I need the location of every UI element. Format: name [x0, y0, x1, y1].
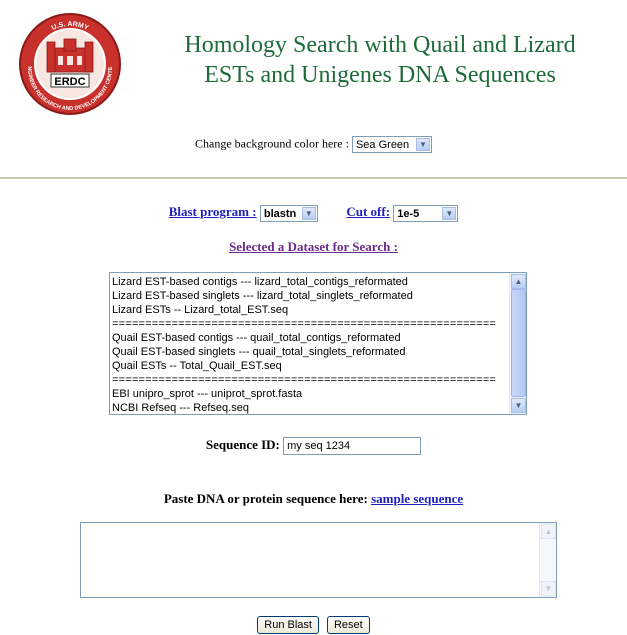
blast-options-row: Blast program : blastn ▼ Cut off: 1e-5 ▼ — [0, 204, 627, 222]
background-color-label: Change background color here : — [195, 136, 349, 151]
dataset-option[interactable]: Quail ESTs -- Total_Quail_EST.seq — [112, 359, 510, 373]
page-title: Homology Search with Quail and Lizard ES… — [150, 30, 610, 90]
dataset-option[interactable]: NCBI Refseq --- Refseq.seq — [112, 401, 510, 414]
dataset-option[interactable]: Lizard EST-based contigs --- lizard_tota… — [112, 275, 510, 289]
dataset-option[interactable]: Quail EST-based contigs --- quail_total_… — [112, 331, 510, 345]
dataset-option[interactable]: Quail EST-based singlets --- quail_total… — [112, 345, 510, 359]
title-line-1: Homology Search with Quail and Lizard — [184, 32, 576, 58]
sequence-id-input[interactable]: my seq 1234 — [283, 437, 422, 456]
cutoff-value: 1e-5 — [397, 207, 420, 220]
paste-sequence-label: Paste DNA or protein sequence here: — [163, 491, 368, 506]
erdc-logo: ERDC U.S. ARMY ENGINEER RESEARCH AND DEV… — [16, 8, 122, 116]
dataset-option[interactable]: EBI unipro_sprot --- uniprot_sprot.fasta — [112, 387, 510, 401]
title-line-2: ESTs and Unigenes DNA Sequences — [204, 62, 556, 88]
sequence-id-row: Sequence ID: my seq 1234 — [0, 437, 627, 456]
textarea-scrollbar[interactable]: ▲ ▼ — [539, 523, 556, 597]
cutoff-select[interactable]: 1e-5 ▼ — [393, 204, 459, 222]
form-buttons: Run Blast Reset — [0, 615, 627, 634]
blast-program-link[interactable]: Blast program : — [169, 204, 257, 219]
divider — [0, 177, 627, 179]
background-color-value: Sea Green — [355, 139, 410, 151]
scroll-down-icon[interactable]: ▼ — [541, 581, 556, 596]
dataset-listbox[interactable]: Lizard EST-based contigs --- lizard_tota… — [109, 272, 527, 415]
paste-sequence-row: Paste DNA or protein sequence here: samp… — [0, 491, 627, 507]
scroll-up-icon[interactable]: ▲ — [511, 274, 526, 289]
dataset-separator[interactable]: ========================================… — [112, 373, 510, 387]
sample-sequence-link[interactable]: sample sequence — [371, 491, 463, 506]
run-blast-button[interactable]: Run Blast — [257, 616, 319, 634]
dataset-option[interactable]: Lizard EST-based singlets --- lizard_tot… — [112, 289, 510, 303]
sequence-id-label: Sequence ID: — [205, 437, 280, 452]
background-color-row: Change background color here : Sea Green… — [0, 136, 627, 153]
dataset-heading: Selected a Dataset for Search : — [229, 239, 398, 254]
chevron-down-icon[interactable]: ▼ — [301, 206, 316, 220]
sequence-textarea[interactable]: ▲ ▼ — [80, 522, 557, 598]
scroll-thumb[interactable] — [511, 289, 526, 397]
dataset-option[interactable]: Lizard ESTs -- Lizard_total_EST.seq — [112, 303, 510, 317]
dataset-separator[interactable]: ========================================… — [112, 317, 510, 331]
dataset-options: Lizard EST-based contigs --- lizard_tota… — [112, 275, 510, 414]
dataset-scrollbar[interactable]: ▲ ▼ — [509, 273, 526, 414]
chevron-down-icon[interactable]: ▼ — [442, 206, 457, 220]
background-color-select[interactable]: Sea Green ▼ — [351, 136, 432, 153]
blast-program-value: blastn — [263, 207, 297, 220]
scroll-up-icon[interactable]: ▲ — [541, 524, 556, 539]
chevron-down-icon[interactable]: ▼ — [415, 138, 430, 151]
scroll-down-icon[interactable]: ▼ — [511, 398, 526, 413]
reset-button[interactable]: Reset — [326, 616, 370, 634]
blast-program-select[interactable]: blastn ▼ — [259, 204, 318, 222]
logo-center-text: ERDC — [54, 76, 85, 88]
cutoff-link[interactable]: Cut off: — [346, 204, 390, 219]
